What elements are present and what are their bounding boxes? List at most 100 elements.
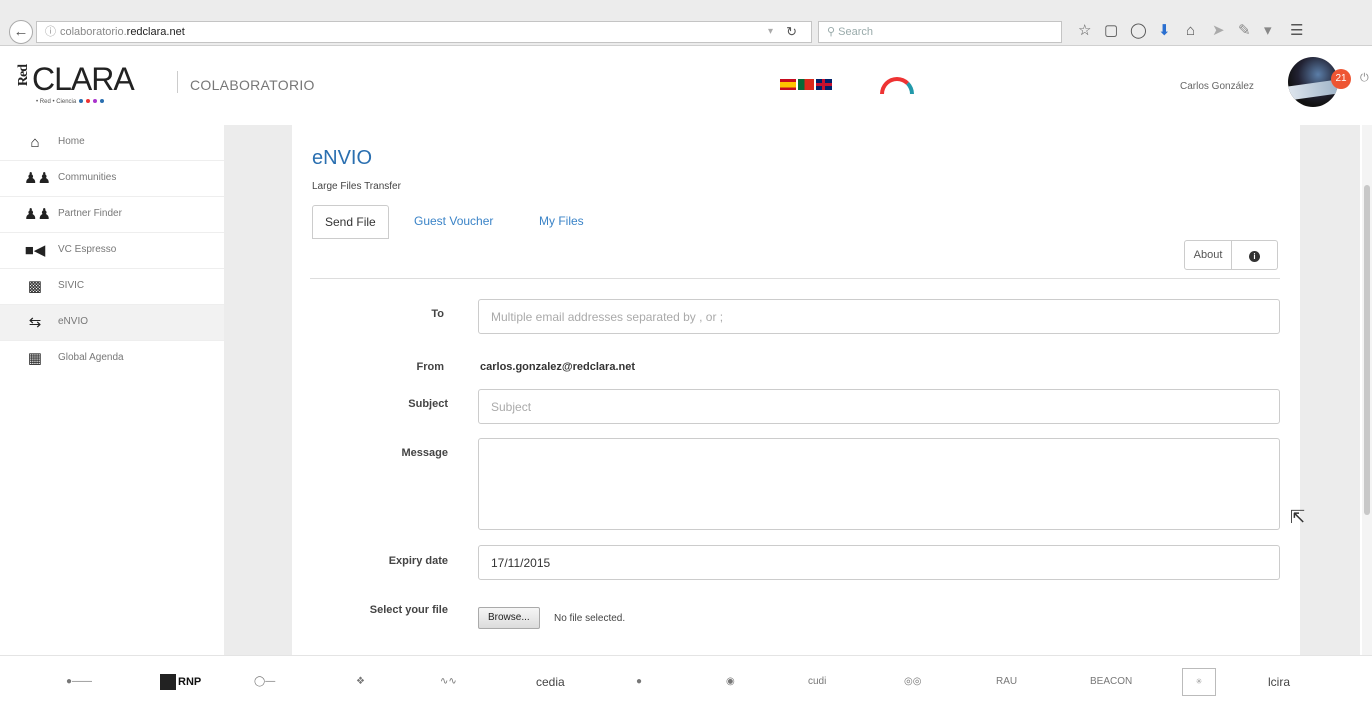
- sidebar-item-label: Global Agenda: [58, 352, 124, 363]
- transfer-arrows-icon: ⇆: [28, 314, 42, 331]
- partner-logo-7[interactable]: ●: [636, 666, 642, 698]
- pocket-icon[interactable]: ◯: [1130, 22, 1147, 40]
- home-page-icon[interactable]: ⌂: [1186, 22, 1195, 40]
- partner-logo-beacon[interactable]: BEACON: [1090, 666, 1132, 698]
- info-icon: i: [1249, 251, 1260, 262]
- tab-guest-voucher[interactable]: Guest Voucher: [402, 205, 505, 239]
- partner-logo-rau[interactable]: RAU: [996, 666, 1017, 698]
- tab-my-files[interactable]: My Files: [527, 205, 596, 239]
- power-icon[interactable]: ⏻: [1360, 72, 1369, 85]
- sivic-icon: ▩: [27, 278, 43, 295]
- partner-logo-3[interactable]: ◯—: [254, 666, 275, 698]
- url-prefix: colaboratorio.: [60, 26, 127, 38]
- url-host: redclara.net: [126, 26, 185, 38]
- sidebar-item-communities[interactable]: ♟♟ Communities: [0, 161, 224, 197]
- from-label: From: [416, 361, 445, 373]
- from-value: carlos.gonzalez@redclara.net: [480, 361, 636, 373]
- page-subtitle: Large Files Transfer: [312, 181, 401, 192]
- to-field[interactable]: [478, 299, 1280, 334]
- logo-clara-text: CLARA: [32, 61, 135, 97]
- site-header: Red CLARA • Red • Ciencia COLABORATORIO …: [0, 47, 1372, 125]
- partner-logo-cedia[interactable]: cedia: [536, 666, 565, 698]
- address-bar[interactable]: ⓘ colaboratorio.redclara.net ▾ ↻: [36, 21, 812, 43]
- url-dropdown-icon[interactable]: ▾: [768, 22, 773, 42]
- download-icon[interactable]: ⬇: [1158, 22, 1171, 40]
- message-field[interactable]: [478, 438, 1280, 530]
- browse-button[interactable]: Browse...: [478, 607, 540, 629]
- sidebar-item-label: Communities: [58, 172, 117, 183]
- english-flag-icon[interactable]: [816, 79, 832, 90]
- extension-dropdown-icon[interactable]: ▾: [1264, 22, 1272, 40]
- hamburger-menu-icon[interactable]: ☰: [1290, 22, 1303, 40]
- send-icon[interactable]: ➤: [1212, 22, 1225, 40]
- rnp-mark-icon: [160, 674, 176, 691]
- file-status: No file selected.: [554, 613, 626, 624]
- browser-search-input[interactable]: ⚲ Search: [818, 21, 1062, 43]
- site-info-icon[interactable]: ⓘ: [45, 26, 56, 38]
- partner-logo-cudi[interactable]: cudi: [808, 666, 826, 698]
- search-placeholder: Search: [838, 26, 873, 38]
- sidebar-item-label: eNVIO: [58, 316, 89, 327]
- sidebar: ⌂ Home ♟♟ Communities ♟♟ Partner Finder …: [0, 125, 224, 655]
- right-gutter: [1300, 125, 1360, 655]
- partner-logo-alcira[interactable]: lcira: [1268, 666, 1290, 698]
- partner-logo-5[interactable]: ∿∿: [440, 666, 457, 698]
- logo-tagline-text: • Red • Ciencia: [36, 99, 77, 105]
- sidebar-item-label: Home: [58, 136, 85, 147]
- home-icon: ⌂: [30, 134, 40, 151]
- sidebar-item-global-agenda[interactable]: ▦ Global Agenda: [0, 341, 224, 377]
- sidebar-item-sivic[interactable]: ▩ SIVIC: [0, 269, 224, 305]
- logo-tagline: • Red • Ciencia: [36, 99, 105, 105]
- sidebar-item-home[interactable]: ⌂ Home: [0, 125, 224, 161]
- sidebar-item-envio[interactable]: ⇆ eNVIO: [0, 305, 224, 341]
- page-title: eNVIO: [312, 147, 373, 169]
- redclara-logo[interactable]: Red CLARA • Red • Ciencia: [16, 61, 156, 111]
- reload-icon[interactable]: ↻: [786, 22, 797, 42]
- video-camera-icon: ■◀: [24, 242, 46, 259]
- sidebar-item-label: Partner Finder: [58, 208, 122, 219]
- scrollbar-thumb[interactable]: [1364, 185, 1370, 515]
- sidebar-item-partner-finder[interactable]: ♟♟ Partner Finder: [0, 197, 224, 233]
- eu-flag-icon[interactable]: ✳: [1182, 668, 1216, 696]
- language-selector: [780, 79, 834, 91]
- portuguese-flag-icon[interactable]: [798, 79, 814, 90]
- notification-badge[interactable]: 21: [1331, 69, 1351, 89]
- user-name[interactable]: Carlos González: [1180, 81, 1254, 92]
- partner-logo-rnp[interactable]: RNP: [160, 666, 201, 698]
- subject-label: Subject: [408, 398, 448, 410]
- partner-logo-4[interactable]: ❖: [356, 666, 365, 698]
- section-title: COLABORATORIO: [190, 77, 315, 93]
- partner-logo-8[interactable]: ◉: [726, 666, 735, 698]
- subject-field[interactable]: [478, 389, 1280, 424]
- back-arrow-icon[interactable]: ←: [9, 20, 33, 44]
- sidebar-item-vc-espresso[interactable]: ■◀ VC Espresso: [0, 233, 224, 269]
- expiry-date-field[interactable]: [478, 545, 1280, 580]
- bookmark-star-icon[interactable]: ☆: [1078, 22, 1091, 40]
- page-scrollbar[interactable]: [1362, 125, 1372, 655]
- extension-icon[interactable]: ✎: [1238, 22, 1251, 40]
- form-divider: [310, 278, 1280, 279]
- partner-rnp-text: RNP: [178, 676, 202, 688]
- spanish-flag-icon[interactable]: [780, 79, 796, 90]
- partner-logo-1[interactable]: ●——: [66, 666, 92, 698]
- header-separator: [177, 71, 178, 93]
- users-icon: ♟♟: [24, 170, 51, 187]
- clipboard-icon[interactable]: ▢: [1104, 22, 1118, 40]
- sidebar-item-label: VC Espresso: [58, 244, 117, 255]
- mouse-cursor-icon: ⇱: [1290, 507, 1306, 527]
- left-gutter: [224, 125, 292, 655]
- tab-send-file[interactable]: Send File: [312, 205, 389, 239]
- to-label: To: [431, 308, 444, 320]
- about-button[interactable]: About: [1184, 240, 1232, 270]
- info-button[interactable]: i: [1232, 240, 1278, 270]
- gauge-icon[interactable]: [880, 77, 914, 94]
- partner-logo-10[interactable]: ◎◎: [904, 666, 921, 698]
- browser-toolbar: ← ⓘ colaboratorio.redclara.net ▾ ↻ ⚲ Sear…: [0, 0, 1372, 46]
- main-content: eNVIO Large Files Transfer Send File Gue…: [292, 125, 1305, 655]
- logo-red-text: Red: [16, 65, 31, 87]
- sidebar-item-label: SIVIC: [58, 280, 85, 291]
- user-pair-icon: ♟♟: [24, 206, 51, 223]
- file-label: Select your file: [369, 604, 448, 616]
- expiry-date-label: Expiry date: [388, 555, 448, 567]
- message-label: Message: [401, 447, 448, 459]
